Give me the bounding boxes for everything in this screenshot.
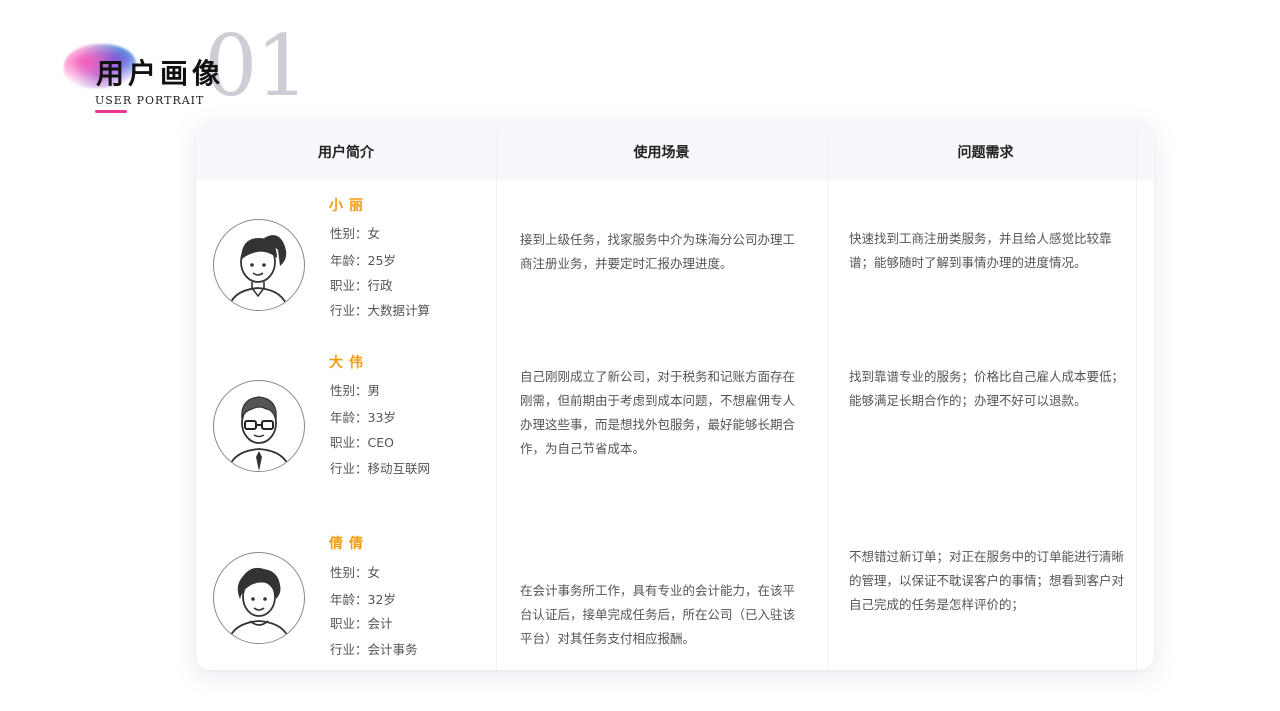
user-gender: 性别：男 — [330, 383, 381, 398]
title-underline — [95, 110, 127, 113]
header-usage-scenario: 使用场景 — [633, 145, 690, 161]
column-divider — [496, 132, 497, 670]
user-industry: 行业：移动互联网 — [330, 461, 431, 476]
header-needs: 问题需求 — [957, 145, 1014, 161]
avatar-male-glasses-tie — [213, 380, 305, 472]
needs-text: 不想错过新订单；对正在服务中的订单能进行清晰的管理，以保证不耽误客户的事情；想看… — [849, 549, 1125, 612]
user-industry: 行业：会计事务 — [330, 642, 418, 657]
user-age: 年龄：25岁 — [330, 253, 396, 268]
section-title: 用户画像 — [96, 57, 225, 90]
user-industry: 行业：大数据计算 — [330, 303, 431, 318]
avatar-female-ponytail — [213, 219, 305, 311]
needs-text: 找到靠谱专业的服务；价格比自己雇人成本要低；能够满足长期合作的；办理不好可以退款… — [849, 369, 1125, 408]
user-gender: 性别：女 — [330, 226, 381, 241]
user-age: 年龄：32岁 — [330, 592, 396, 607]
needs-text: 快速找到工商注册类服务，并且给人感觉比较靠谱；能够随时了解到事情办理的进度情况。 — [849, 231, 1112, 270]
user-name: 大伟 — [329, 355, 369, 371]
user-gender: 性别：女 — [330, 565, 381, 580]
header-user-intro: 用户简介 — [318, 145, 374, 161]
user-job: 职业：行政 — [330, 278, 393, 293]
user-age: 年龄：33岁 — [330, 410, 396, 425]
user-job: 职业：CEO — [330, 435, 394, 450]
user-job: 职业：会计 — [330, 616, 393, 631]
avatar-curly-hair — [213, 552, 305, 644]
section-subtitle: USER PORTRAIT — [95, 94, 205, 107]
user-name: 倩倩 — [329, 536, 369, 552]
section-brand: 01 用户画像 USER PORTRAIT — [60, 24, 320, 118]
user-persona-table: 用户简介 使用场景 问题需求 小丽 性别：女 年龄：25岁 职业：行政 行业：大… — [196, 122, 1154, 670]
user-name: 小丽 — [329, 198, 369, 214]
column-divider — [1136, 132, 1137, 670]
usage-scenario-text: 自己刚刚成立了新公司，对于税务和记账方面存在刚需，但前期由于考虑到成本问题，不想… — [520, 369, 796, 456]
column-divider — [827, 132, 828, 670]
usage-scenario-text: 在会计事务所工作，具有专业的会计能力，在该平台认证后，接单完成任务后，所在公司（… — [520, 583, 796, 646]
usage-scenario-text: 接到上级任务，找家服务中介为珠海分公司办理工商注册业务，并要定时汇报办理进度。 — [520, 232, 796, 271]
